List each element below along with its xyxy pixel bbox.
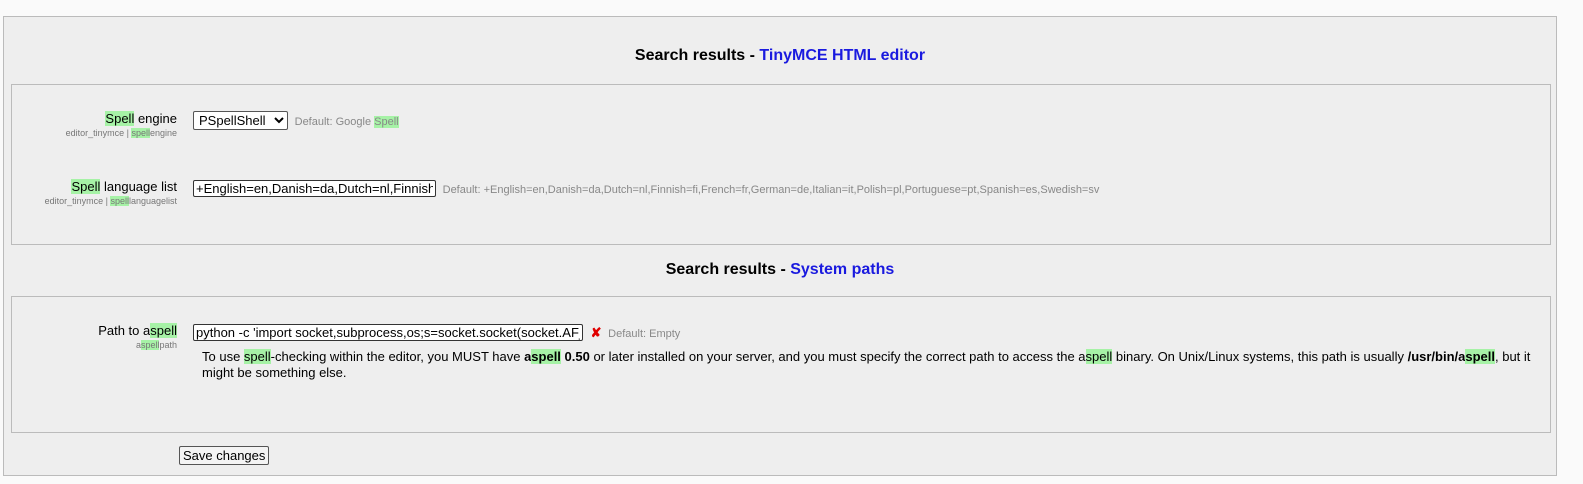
- spell-engine-field: PSpellShell Default: Google Spell: [193, 111, 399, 130]
- aspell-path-default: Default: Empty: [608, 328, 681, 340]
- error-x-icon: ✘: [590, 325, 602, 340]
- aspell-path-description: To use spell-checking within the editor,…: [202, 349, 1531, 380]
- section-heading-tinymce: Search results - TinyMCE HTML editor: [4, 47, 1556, 65]
- tinymce-settings-box: Spell engine editor_tinymce | spellengin…: [11, 84, 1551, 245]
- heading-prefix: Search results -: [634, 47, 760, 64]
- spell-engine-label: Spell engine editor_tinymce | spellengin…: [65, 111, 177, 138]
- system-paths-link[interactable]: System paths: [790, 261, 894, 278]
- spell-language-label: Spell language list editor_tinymce | spe…: [44, 179, 177, 206]
- save-changes-button[interactable]: Save changes: [179, 446, 270, 465]
- spell-language-default: Default: +English=en,Danish=da,Dutch=nl,…: [442, 184, 1100, 196]
- aspell-path-input[interactable]: [193, 324, 583, 341]
- aspell-path-label: Path to aspell aspellpath: [98, 323, 177, 350]
- spell-language-input[interactable]: [193, 180, 436, 197]
- aspell-path-field: ✘ Default: Empty: [193, 324, 680, 341]
- heading-prefix: Search results -: [665, 261, 791, 278]
- spell-language-field: Default: +English=en,Danish=da,Dutch=nl,…: [193, 180, 1099, 197]
- spell-engine-default: Default: Google Spell: [294, 116, 399, 128]
- section-heading-system-paths: Search results - System paths: [4, 261, 1556, 279]
- aspell-path-setting-key: aspellpath: [135, 340, 177, 350]
- tinymce-link[interactable]: TinyMCE HTML editor: [759, 47, 925, 64]
- spell-engine-select[interactable]: PSpellShell: [193, 111, 288, 130]
- settings-panel: Search results - TinyMCE HTML editor Spe…: [3, 16, 1557, 476]
- system-paths-box: Path to aspell aspellpath ✘ Default: Emp…: [11, 296, 1551, 433]
- spell-engine-setting-key: editor_tinymce | spellengine: [65, 128, 177, 138]
- spell-language-setting-key: editor_tinymce | spelllanguagelist: [44, 196, 177, 206]
